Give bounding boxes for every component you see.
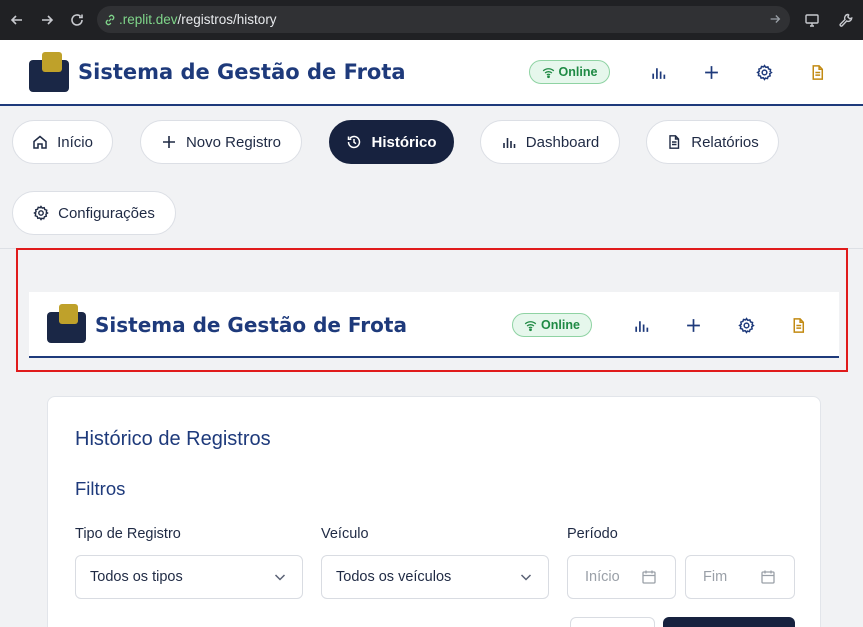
nav-label: Dashboard xyxy=(525,133,600,151)
document-icon xyxy=(669,135,680,149)
brand-title[interactable]: Sistema de Gestão de Frota xyxy=(78,60,406,84)
history-card: Histórico de Registros Filtros Tipo de R… xyxy=(47,396,821,627)
wrench-icon[interactable] xyxy=(829,5,863,35)
nav-label: Início xyxy=(57,133,93,151)
nav-label: Novo Registro xyxy=(185,133,282,151)
record-type-select[interactable]: Todos os tipos xyxy=(75,555,303,599)
logo xyxy=(47,304,86,343)
record-type-value: Todos os tipos xyxy=(90,569,183,585)
record-type-label: Tipo de Registro xyxy=(75,526,181,542)
end-date-field[interactable]: Fim xyxy=(685,555,795,599)
status-label: Online xyxy=(558,65,598,79)
start-date-placeholder: Início xyxy=(585,569,620,585)
vehicle-value: Todos os veículos xyxy=(336,569,452,585)
online-status-badge: Online xyxy=(512,313,592,337)
online-status-badge: Online xyxy=(529,60,610,84)
bar-chart-icon[interactable] xyxy=(648,62,668,82)
address-bar[interactable]: .replit.dev/registros/history xyxy=(97,6,790,33)
url-host: .replit.dev xyxy=(119,12,178,27)
page-title: Histórico de Registros xyxy=(75,428,271,450)
gear-icon xyxy=(33,205,49,221)
link-icon xyxy=(105,14,115,25)
nav-inicio[interactable]: Início xyxy=(12,120,113,164)
embedded-app-header: Sistema de Gestão de Frota Online xyxy=(29,292,839,358)
vehicle-label: Veículo xyxy=(321,526,369,542)
calendar-icon xyxy=(761,570,775,584)
plus-icon xyxy=(162,136,175,148)
go-arrow-icon[interactable] xyxy=(768,12,782,26)
reload-button[interactable] xyxy=(62,5,92,35)
brand-title[interactable]: Sistema de Gestão de Frota xyxy=(95,313,407,337)
bar-chart-icon[interactable] xyxy=(631,315,651,335)
apply-filters-button[interactable] xyxy=(663,617,795,627)
vehicle-select[interactable]: Todos os veículos xyxy=(321,555,549,599)
bar-chart-icon xyxy=(502,138,516,148)
chevron-down-icon xyxy=(274,574,286,581)
nav-label: Configurações xyxy=(58,204,155,222)
back-button[interactable] xyxy=(2,5,32,35)
nav-relatorios[interactable]: Relatórios xyxy=(646,120,779,164)
end-date-placeholder: Fim xyxy=(703,569,728,585)
plus-icon[interactable] xyxy=(683,315,703,335)
nav-historico[interactable]: Histórico xyxy=(329,120,454,164)
clear-filters-button[interactable] xyxy=(570,617,655,627)
home-icon xyxy=(33,135,47,149)
filters-heading: Filtros xyxy=(75,478,126,499)
nav-label: Relatórios xyxy=(691,133,759,151)
wifi-icon xyxy=(524,320,537,331)
plus-icon[interactable] xyxy=(701,62,721,82)
chevron-down-icon xyxy=(520,574,532,581)
nav-configuracoes[interactable]: Configurações xyxy=(12,191,176,235)
nav-label: Histórico xyxy=(371,133,437,151)
gear-icon[interactable] xyxy=(736,315,756,335)
nav-dashboard[interactable]: Dashboard xyxy=(480,120,620,164)
nav-novo-registro[interactable]: Novo Registro xyxy=(140,120,302,164)
period-label: Período xyxy=(567,526,618,542)
document-icon[interactable] xyxy=(807,62,827,82)
wifi-icon xyxy=(542,67,554,78)
app-header: Sistema de Gestão de Frota Online xyxy=(0,40,863,106)
gear-icon[interactable] xyxy=(754,62,774,82)
document-icon[interactable] xyxy=(788,315,808,335)
cast-icon[interactable] xyxy=(795,5,829,35)
start-date-field[interactable]: Início xyxy=(567,555,676,599)
status-label: Online xyxy=(541,318,580,332)
history-icon xyxy=(348,135,361,149)
forward-button[interactable] xyxy=(32,5,62,35)
logo xyxy=(29,52,69,92)
browser-toolbar: .replit.dev/registros/history xyxy=(0,0,863,40)
calendar-icon xyxy=(642,570,656,584)
url-path: /registros/history xyxy=(177,12,277,27)
